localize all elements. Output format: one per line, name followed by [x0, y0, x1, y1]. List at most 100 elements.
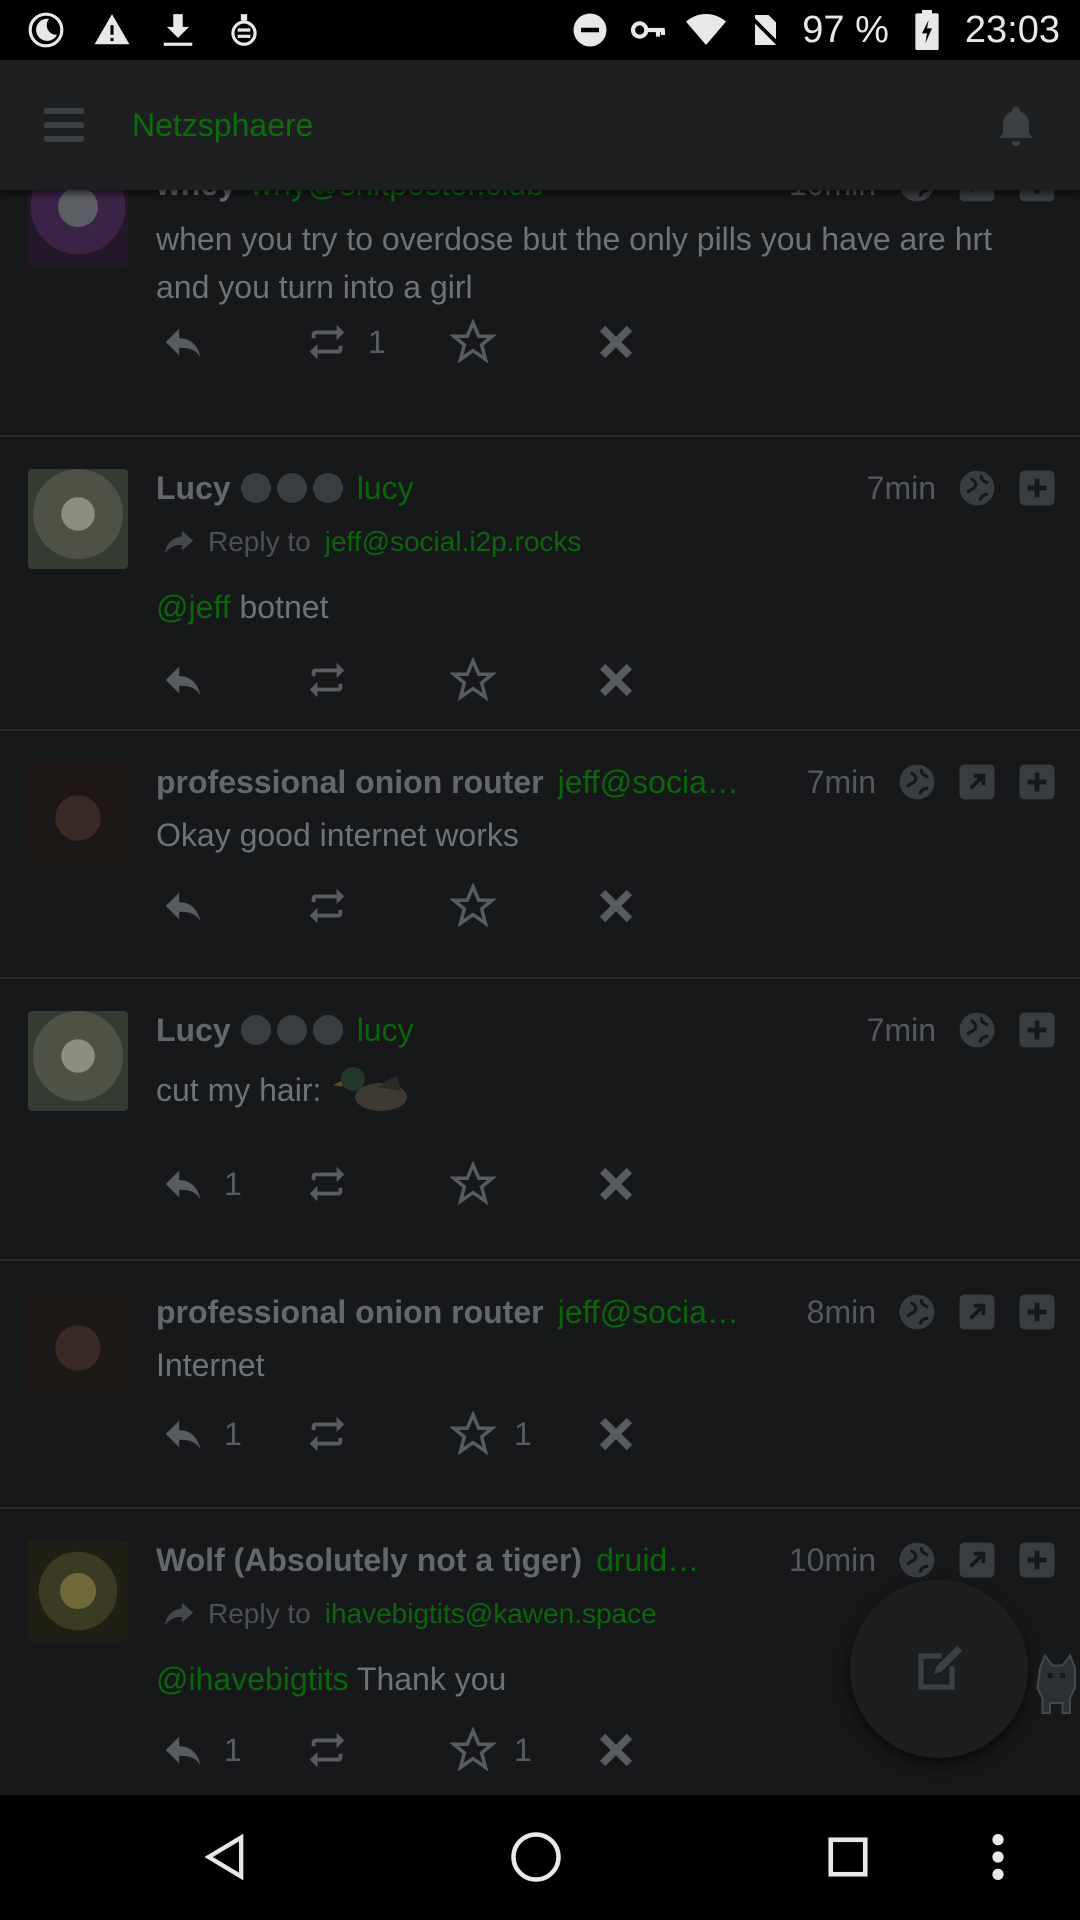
boost-icon — [309, 324, 345, 360]
open-external-icon[interactable] — [958, 190, 996, 203]
open-external-icon[interactable] — [958, 763, 996, 801]
author-name[interactable]: professional onion router — [156, 1294, 544, 1331]
glasses-emoji — [312, 473, 343, 503]
boost-button[interactable] — [304, 655, 368, 705]
nav-back-button[interactable] — [194, 1825, 258, 1889]
reply-button[interactable]: 1 — [160, 1409, 242, 1459]
boost-icon — [309, 1166, 345, 1202]
recents-icon — [828, 1837, 868, 1877]
open-external-icon[interactable] — [958, 1541, 996, 1579]
post-content: cut my hair: — [156, 1061, 1040, 1119]
reply-arrow-icon — [164, 1602, 194, 1626]
author-handle[interactable]: jeff@socia… — [558, 764, 739, 801]
author-handle[interactable]: jeff@socia… — [558, 1294, 739, 1331]
status-post[interactable]: whey why@shitposter.club 10min when you … — [0, 190, 1080, 437]
author-handle[interactable]: lucy — [357, 470, 414, 507]
favourite-button[interactable]: 1 — [450, 1409, 532, 1459]
reply-count: 1 — [224, 1165, 242, 1202]
reply-target-link[interactable]: jeff@social.i2p.rocks — [325, 526, 582, 558]
post-text: Internet — [156, 1347, 265, 1383]
more-actions-icon[interactable] — [1018, 1011, 1056, 1049]
author-name[interactable]: professional onion router — [156, 764, 544, 801]
reply-button[interactable] — [160, 655, 224, 705]
more-actions-icon[interactable] — [1018, 763, 1056, 801]
battery-percent: 97 % — [802, 8, 889, 51]
author-name[interactable]: Wolf (Absolutely not a tiger) — [156, 1542, 582, 1579]
open-external-icon[interactable] — [958, 1293, 996, 1331]
favourite-button[interactable] — [450, 881, 514, 931]
delete-button[interactable] — [593, 881, 639, 931]
timeline-feed[interactable]: whey why@shitposter.club 10min when you … — [0, 190, 1080, 1795]
more-actions-icon[interactable] — [1018, 1293, 1056, 1331]
post-text: Thank you — [348, 1661, 507, 1697]
back-icon — [204, 1833, 244, 1881]
favourite-button[interactable]: 1 — [450, 1725, 532, 1775]
delete-button[interactable] — [593, 655, 639, 705]
reply-button[interactable] — [160, 881, 224, 931]
avatar[interactable] — [28, 1293, 128, 1393]
boost-button[interactable] — [304, 881, 368, 931]
favourite-button[interactable] — [450, 655, 514, 705]
status-post[interactable]: Lucy lucy 7min Reply to jeff@social.i2p.… — [0, 437, 1080, 731]
delete-button[interactable] — [593, 1159, 639, 1209]
globe-icon — [900, 190, 934, 202]
boost-button[interactable] — [304, 1409, 368, 1459]
avatar[interactable] — [28, 190, 128, 267]
delete-button[interactable] — [593, 1725, 639, 1775]
status-post[interactable]: professional onion router jeff@socia… 7m… — [0, 731, 1080, 979]
menu-icon[interactable] — [44, 108, 84, 142]
author-name[interactable]: whey — [156, 190, 236, 203]
boost-count: 1 — [368, 323, 386, 360]
reply-target-link[interactable]: ihavebigtits@kawen.space — [325, 1598, 657, 1630]
boost-icon — [309, 662, 345, 698]
favourite-button[interactable] — [450, 1159, 514, 1209]
reply-label: Reply to — [208, 1598, 311, 1629]
bird-emoji — [276, 1015, 307, 1045]
more-actions-icon[interactable] — [1018, 1541, 1056, 1579]
boost-button[interactable]: 1 — [304, 317, 386, 367]
avatar[interactable] — [28, 1011, 128, 1111]
mention-link[interactable]: @jeff — [156, 589, 231, 625]
mention-link[interactable]: @ihavebigtits — [156, 1661, 349, 1697]
timestamp: 8min — [806, 1293, 876, 1330]
globe-icon — [959, 1012, 995, 1048]
reply-button[interactable]: 1 — [160, 1159, 242, 1209]
author-name[interactable]: Lucy — [156, 470, 231, 507]
more-actions-icon[interactable] — [1018, 469, 1056, 507]
more-actions-icon[interactable] — [1018, 190, 1056, 203]
notifications-bell-icon[interactable] — [994, 103, 1038, 147]
reply-button[interactable] — [160, 317, 224, 367]
author-name[interactable]: Lucy — [156, 1012, 231, 1049]
nav-recents-button[interactable] — [816, 1825, 880, 1889]
author-handle[interactable]: why@shitposter.club — [250, 190, 544, 203]
boost-icon — [309, 888, 345, 924]
boost-button[interactable] — [304, 1725, 368, 1775]
duck-emoji — [240, 473, 271, 503]
nav-home-button[interactable] — [504, 1825, 568, 1889]
delete-button[interactable] — [593, 317, 639, 367]
close-icon — [599, 1733, 633, 1767]
star-icon — [450, 1727, 496, 1772]
author-handle[interactable]: lucy — [357, 1012, 414, 1049]
custom-emojis — [240, 1015, 343, 1045]
boost-button[interactable] — [304, 1159, 368, 1209]
favourite-button[interactable] — [450, 317, 514, 367]
system-nav-bar — [0, 1795, 1080, 1920]
delete-button[interactable] — [593, 1409, 639, 1459]
post-text: when you try to overdose but the only pi… — [156, 221, 993, 305]
reply-button[interactable]: 1 — [160, 1725, 242, 1775]
status-post[interactable]: Lucy lucy 7min cut my hair: 1 — [0, 979, 1080, 1261]
compose-button[interactable] — [850, 1580, 1028, 1758]
post-content: Okay good internet works — [156, 811, 1040, 859]
post-content: when you try to overdose but the only pi… — [156, 215, 1040, 311]
avatar[interactable] — [28, 1541, 128, 1641]
status-post[interactable]: professional onion router jeff@socia… 8m… — [0, 1261, 1080, 1509]
avatar[interactable] — [28, 763, 128, 863]
close-icon — [599, 1417, 633, 1451]
timestamp: 10min — [788, 1541, 876, 1578]
author-handle[interactable]: druid… — [596, 1542, 699, 1579]
avatar[interactable] — [28, 469, 128, 569]
nav-more-button[interactable] — [966, 1825, 1030, 1889]
bird-emoji — [276, 473, 307, 503]
timestamp: 7min — [866, 469, 936, 506]
